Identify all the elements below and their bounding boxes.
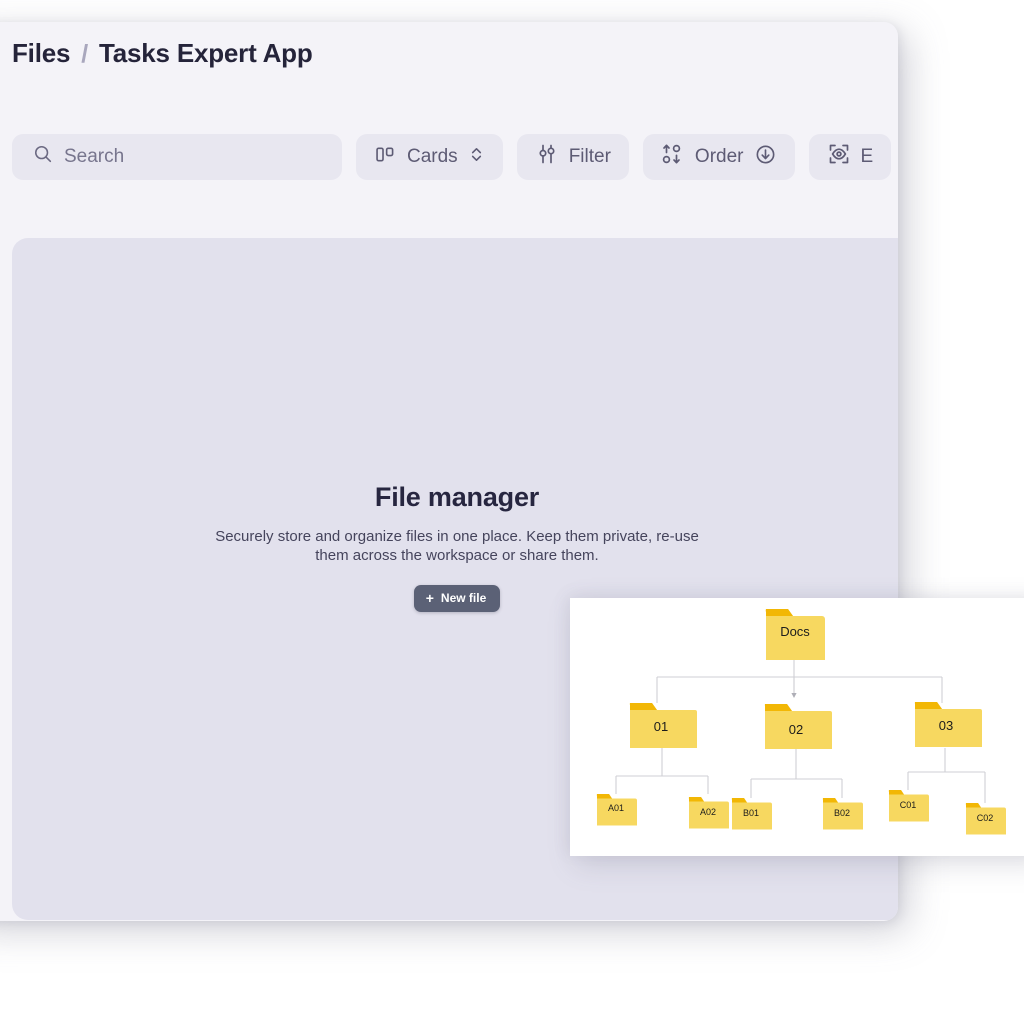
folder-label: Docs bbox=[780, 624, 810, 639]
folder-label: 01 bbox=[654, 719, 668, 734]
plus-icon: + bbox=[426, 591, 434, 605]
folder-tree-diagram: Docs 01 02 03 A01 A0 bbox=[570, 598, 1024, 856]
folder-node-docs[interactable]: Docs bbox=[766, 609, 825, 660]
folder-tab bbox=[630, 703, 657, 710]
filter-label: Filter bbox=[569, 146, 611, 168]
folder-tab bbox=[889, 790, 904, 795]
page-title: File manager bbox=[12, 482, 898, 513]
sliders-icon bbox=[535, 142, 559, 172]
folder-label: A02 bbox=[700, 807, 716, 817]
folder-node-b01[interactable]: B01 bbox=[732, 798, 772, 830]
folder-label: 02 bbox=[789, 722, 803, 737]
cards-view-label: Cards bbox=[407, 146, 458, 168]
folder-tab bbox=[732, 798, 747, 803]
folder-tab bbox=[915, 702, 942, 709]
folder-label: A01 bbox=[608, 803, 624, 813]
toolbar: Search Cards bbox=[12, 134, 891, 180]
new-file-button[interactable]: + New file bbox=[414, 585, 501, 612]
breadcrumb-root[interactable]: Files bbox=[12, 38, 70, 69]
columns-icon bbox=[374, 143, 397, 172]
folder-label: B02 bbox=[834, 808, 850, 818]
folder-tab bbox=[765, 704, 792, 711]
folder-node-01[interactable]: 01 bbox=[630, 703, 697, 748]
order-label: Order bbox=[695, 146, 744, 168]
search-placeholder: Search bbox=[64, 146, 124, 168]
breadcrumb: Files / Tasks Expert App bbox=[12, 38, 313, 69]
folder-tab bbox=[766, 609, 793, 616]
eye-scan-icon bbox=[827, 142, 851, 172]
empty-state-description: Securely store and organize files in one… bbox=[212, 527, 702, 565]
tree-arrowhead bbox=[791, 693, 796, 698]
folder-tree-card: Docs 01 02 03 A01 A0 bbox=[570, 598, 1024, 856]
explore-label: E bbox=[861, 146, 874, 168]
folder-node-c02[interactable]: C02 bbox=[966, 803, 1006, 835]
search-icon bbox=[32, 143, 54, 171]
empty-state: File manager Securely store and organize… bbox=[12, 482, 898, 612]
folder-node-a01[interactable]: A01 bbox=[597, 794, 637, 826]
folder-node-02[interactable]: 02 bbox=[765, 704, 832, 749]
folder-label: C01 bbox=[900, 800, 917, 810]
circle-arrow-down-icon[interactable] bbox=[754, 143, 777, 172]
folder-node-03[interactable]: 03 bbox=[915, 702, 982, 747]
new-file-label: New file bbox=[441, 591, 486, 605]
folder-label: C02 bbox=[977, 813, 994, 823]
order-button[interactable]: Order bbox=[643, 134, 795, 180]
folder-tab bbox=[823, 798, 838, 803]
search-input[interactable]: Search bbox=[12, 134, 342, 180]
folder-node-b02[interactable]: B02 bbox=[823, 798, 863, 830]
folder-node-c01[interactable]: C01 bbox=[889, 790, 929, 822]
folder-node-a02[interactable]: A02 bbox=[689, 797, 729, 829]
breadcrumb-current[interactable]: Tasks Expert App bbox=[99, 38, 313, 69]
cards-view-button[interactable]: Cards bbox=[356, 134, 503, 180]
folder-tab bbox=[597, 794, 612, 799]
breadcrumb-separator: / bbox=[81, 40, 88, 69]
folder-tab bbox=[966, 803, 981, 808]
chevron-up-down-icon[interactable] bbox=[468, 145, 485, 170]
explore-button[interactable]: E bbox=[809, 134, 892, 180]
folder-label: B01 bbox=[743, 808, 759, 818]
sort-arrows-icon bbox=[661, 142, 685, 172]
folder-label: 03 bbox=[939, 718, 953, 733]
filter-button[interactable]: Filter bbox=[517, 134, 629, 180]
folder-tab bbox=[689, 797, 704, 802]
